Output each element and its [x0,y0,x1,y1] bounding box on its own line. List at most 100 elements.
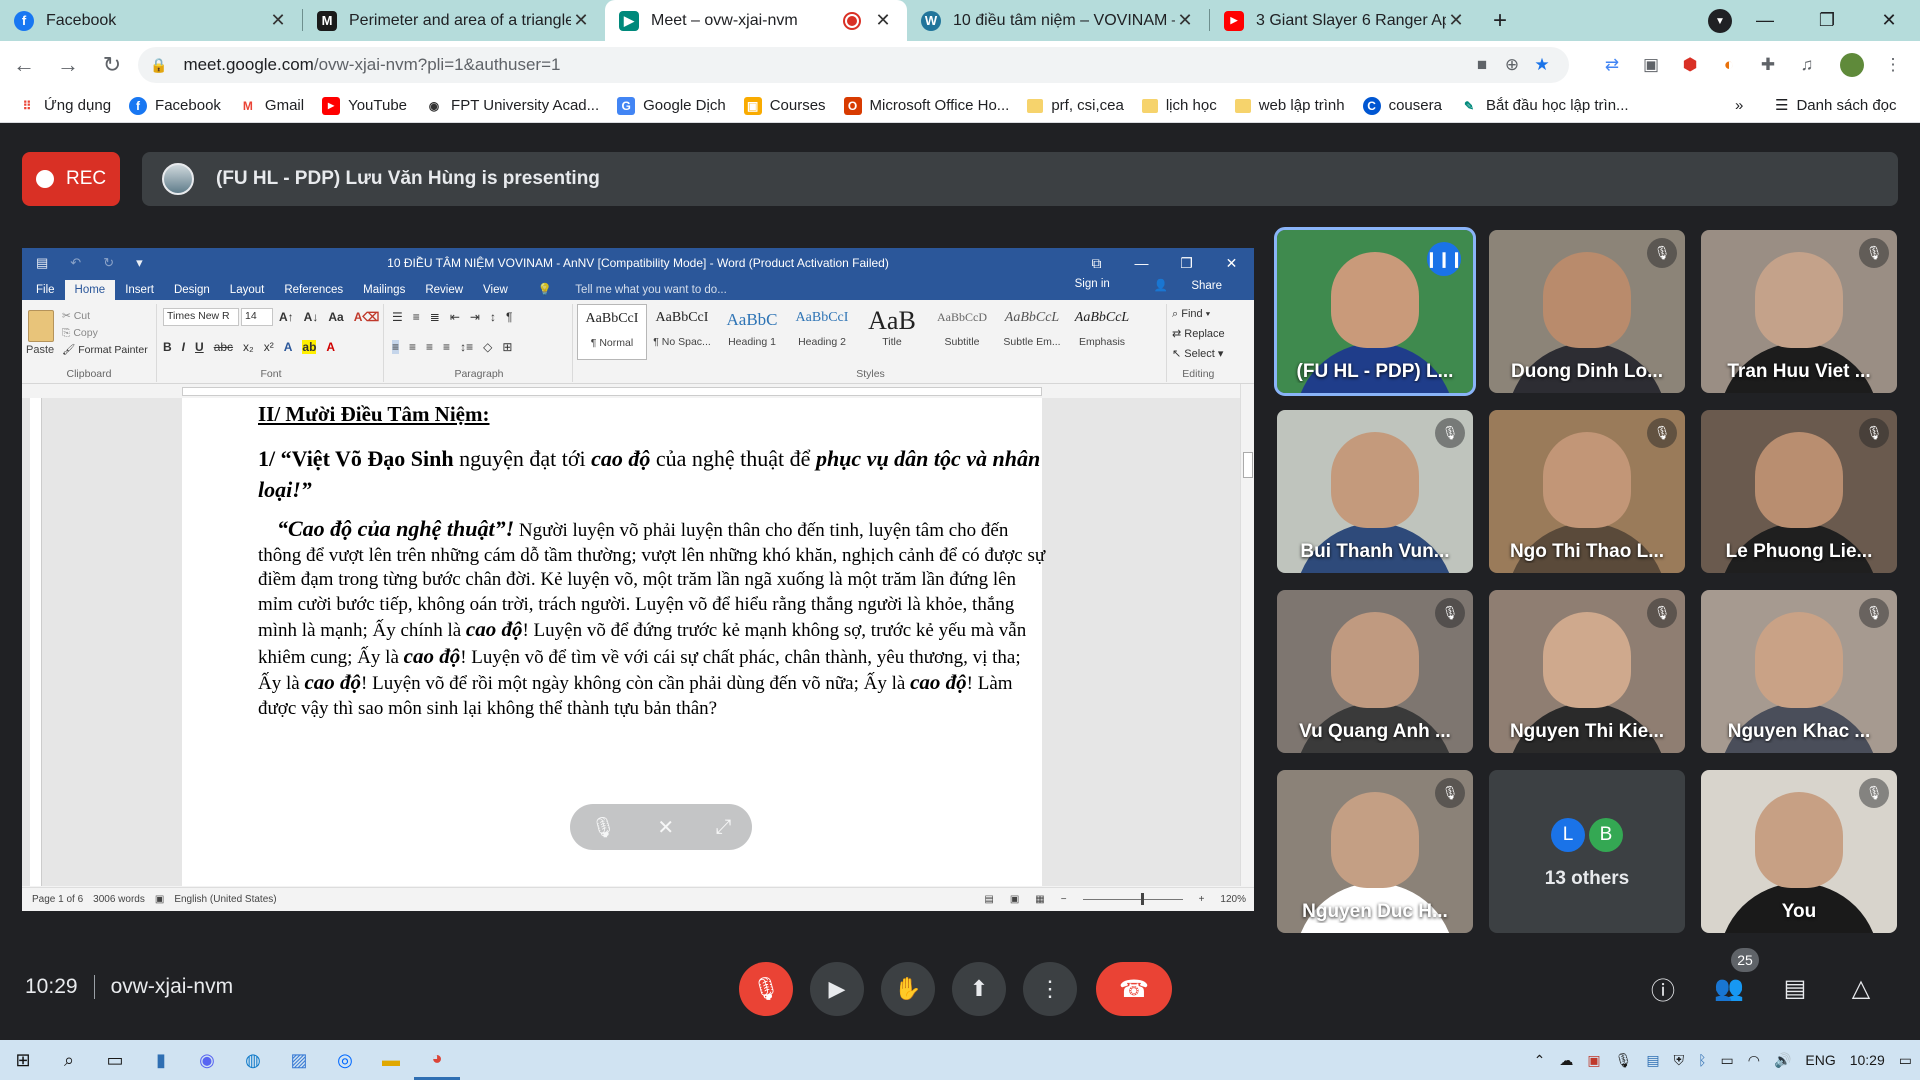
participant-tile[interactable]: 🎙 Le Phuong Lie... [1701,410,1897,573]
clipboard-paste-icon[interactable] [28,310,54,342]
decrease-indent-icon[interactable]: ⇤ [450,310,460,324]
defender-icon[interactable]: ⛨ [1674,1052,1685,1069]
ribbon-tab-view[interactable]: View [473,280,518,300]
strikethrough-icon[interactable]: abc [214,340,233,354]
bookmark-apps[interactable]: ⠿ Ứng dụng [18,97,111,115]
reload-icon[interactable]: ↻ [92,45,132,85]
file-explorer-icon[interactable]: ▬ [368,1040,414,1080]
pilcrow-icon[interactable]: ¶ [506,310,512,324]
raise-hand-button[interactable]: ✋ [881,962,935,1016]
close-tab-icon[interactable]: ✕ [1175,10,1195,31]
activities-button[interactable]: △ [1841,968,1881,1008]
ribbon-tab-layout[interactable]: Layout [220,280,275,300]
close-tab-icon[interactable]: ✕ [571,10,591,31]
increase-indent-icon[interactable]: ⇥ [470,310,480,324]
forward-icon[interactable]: → [48,45,88,85]
translate-extension-icon[interactable]: ⇄ [1597,50,1627,80]
shading-icon[interactable]: ◇ [483,340,492,354]
participant-tile[interactable]: ❙❙❙ (FU HL - PDP) L... [1274,227,1476,396]
ribbon-tab-home[interactable]: Home [64,280,116,300]
bluetooth-icon[interactable]: ᛒ [1698,1052,1706,1068]
windows-start-icon[interactable]: ⊞ [0,1040,46,1080]
overlay-close-icon[interactable]: ✕ [657,815,674,840]
bookmark-learn-code[interactable]: ✎ Bắt đầu học lập trìn... [1460,97,1629,115]
tab-perimeter[interactable]: M Perimeter and area of a triangle ✕ [303,0,605,41]
zoom-level[interactable]: 120% [1220,894,1246,905]
underline-icon[interactable]: U [195,340,204,354]
tab-youtube[interactable]: ▶ 3 Giant Slayer 6 Ranger Aphelios ✕ [1210,0,1480,41]
cut-button[interactable]: ✂ Cut [62,308,148,325]
read-mode-icon[interactable]: ▤ [984,894,993,905]
bullets-icon[interactable]: ☰ [392,310,403,324]
multilevel-list-icon[interactable]: ≣ [430,310,440,324]
restore-icon[interactable]: ❐ [1796,0,1858,41]
bookmark-google-translate[interactable]: G Google Dịch [617,96,726,115]
volume-icon[interactable]: 🔊 [1774,1052,1791,1069]
paste-label[interactable]: Paste [26,344,54,356]
bookmark-office[interactable]: O Microsoft Office Ho... [843,96,1009,115]
participants-button[interactable]: 👥 [1709,968,1749,1008]
participant-tile[interactable]: 🎙 Tran Huu Viet ... [1701,230,1897,393]
undo-icon[interactable]: ↶ [70,255,81,271]
zoom-icon[interactable]: ⊕ [1497,50,1527,80]
copy-button[interactable]: ⎘ Copy [62,325,148,342]
find-button[interactable]: ⌕ Find ▾ [1172,304,1225,324]
font-size-select[interactable]: 14 [241,308,273,326]
subscript-icon[interactable]: x₂ [243,340,254,354]
clear-format-icon[interactable]: A⌫ [354,310,380,324]
language-indicator[interactable]: English (United States) [174,894,276,905]
present-screen-button[interactable]: ⬆ [952,962,1006,1016]
close-window-icon[interactable]: ✕ [1858,0,1920,41]
close-tab-icon[interactable]: ✕ [268,10,288,31]
profile-avatar[interactable] [1837,50,1867,80]
url-text[interactable]: meet.google.com/ovw-xjai-nvm?pli=1&authu… [183,55,1467,75]
file-app-icon[interactable]: ▮ [138,1040,184,1080]
print-layout-icon[interactable]: ▣ [1010,894,1019,905]
sort-icon[interactable]: ↕ [490,310,496,324]
bookmark-folder-lich-hoc[interactable]: lịch học [1141,97,1217,114]
new-tab-button[interactable]: + [1480,0,1520,41]
align-right-icon[interactable]: ≡ [426,340,433,354]
sign-in-link[interactable]: Sign in [1065,274,1120,296]
photos-icon[interactable]: ▨ [276,1040,322,1080]
bookmark-facebook[interactable]: f Facebook [129,96,221,115]
tray-app-icon[interactable]: ▣ [1587,1052,1600,1069]
superscript-icon[interactable]: x² [264,340,274,354]
bookmark-coursera[interactable]: Ccousera [1362,96,1442,115]
bookmarks-overflow-button[interactable]: » [1735,97,1743,114]
line-spacing-icon[interactable]: ↕≡ [460,340,473,354]
bookmark-folder-prf[interactable]: prf, csi,cea [1027,97,1124,114]
replace-button[interactable]: ⇄ Replace [1172,324,1225,344]
bookmark-courses[interactable]: ▣ Courses [743,96,826,115]
ribbon-tab-references[interactable]: References [274,280,353,300]
font-name-select[interactable]: Times New R [163,308,239,326]
chat-button[interactable]: ▤ [1775,968,1815,1008]
battery-icon[interactable]: ▭ [1720,1052,1733,1069]
select-button[interactable]: ↖ Select ▾ [1172,344,1225,364]
bookmark-star-icon[interactable]: ★ [1527,50,1557,80]
ribbon-tab-review[interactable]: Review [415,280,473,300]
zoom-slider[interactable] [1082,893,1183,905]
font-color-icon[interactable]: A [326,340,335,354]
highlight-icon[interactable]: ab [302,340,317,354]
others-tile[interactable]: L B 13 others [1489,770,1685,933]
redo-icon[interactable]: ↻ [103,255,114,271]
task-view-icon[interactable]: ▭ [92,1040,138,1080]
tray-app-icon[interactable]: ▤ [1646,1052,1659,1069]
more-options-button[interactable]: ⋮ [1023,962,1077,1016]
justify-icon[interactable]: ≡ [443,340,450,354]
zalo-icon[interactable]: ◎ [322,1040,368,1080]
media-control-icon[interactable]: ♫ [1792,50,1822,80]
bold-icon[interactable]: B [163,340,172,354]
camera-toggle-button[interactable]: ▶ [810,962,864,1016]
bookmark-folder-web[interactable]: web lập trình [1234,97,1345,114]
scrollbar-thumb[interactable] [1243,452,1253,478]
align-left-icon[interactable]: ≡ [392,340,400,354]
ribbon-tab-mailings[interactable]: Mailings [353,280,415,300]
page-count[interactable]: Page 1 of 6 [32,894,83,905]
discord-icon[interactable]: ◉ [184,1040,230,1080]
text-effects-icon[interactable]: A [284,340,293,354]
ribbon-tab-design[interactable]: Design [164,280,220,300]
microphone-icon[interactable]: 🎙 [1615,1052,1633,1069]
italic-icon[interactable]: I [182,340,185,354]
